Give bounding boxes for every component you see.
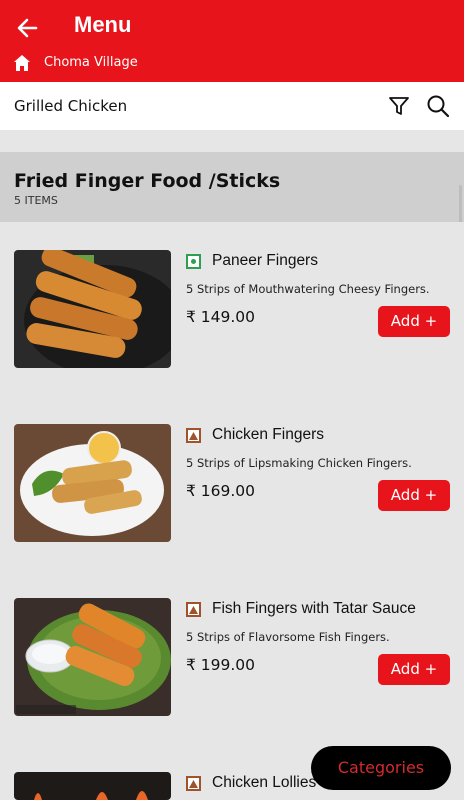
item-photo	[14, 250, 171, 368]
item-description: 5 Strips of Mouthwatering Cheesy Fingers…	[186, 282, 430, 296]
item-name: Chicken Lollies	[212, 774, 317, 791]
item-description: 5 Strips of Flavorsome Fish Fingers.	[186, 630, 390, 644]
category-title: Fried Finger Food /Sticks	[14, 170, 281, 192]
item-name: Paneer Fingers	[212, 252, 318, 269]
add-button[interactable]: Add +	[378, 654, 450, 685]
venue-name[interactable]: Choma Village	[44, 55, 138, 70]
categories-button[interactable]: Categories	[311, 746, 451, 790]
add-button[interactable]: Add +	[378, 306, 450, 337]
add-button[interactable]: Add +	[378, 480, 450, 511]
menu-item-card[interactable]: Fish Fingers with Tatar Sauce 5 Strips o…	[0, 570, 464, 730]
item-photo	[14, 772, 171, 800]
menu-item-card[interactable]: Chicken Fingers 5 Strips of Lipsmaking C…	[0, 396, 464, 556]
item-description: 5 Strips of Lipsmaking Chicken Fingers.	[186, 456, 412, 470]
page-title: Menu	[74, 12, 132, 37]
search-query[interactable]: Grilled Chicken	[14, 97, 127, 115]
item-price: ₹ 199.00	[186, 656, 256, 674]
non-veg-indicator-icon	[186, 428, 201, 443]
item-photo	[14, 424, 171, 542]
app-header: Menu Choma Village	[0, 0, 464, 82]
item-photo	[14, 598, 171, 716]
item-name: Chicken Fingers	[212, 426, 324, 443]
back-arrow-icon[interactable]	[14, 14, 42, 42]
non-veg-indicator-icon	[186, 776, 201, 791]
filter-icon[interactable]	[388, 95, 410, 117]
veg-indicator-icon	[186, 254, 201, 269]
item-name: Fish Fingers with Tatar Sauce	[212, 600, 416, 617]
menu-item-card[interactable]: Paneer Fingers 5 Strips of Mouthwatering…	[0, 222, 464, 382]
non-veg-indicator-icon	[186, 602, 201, 617]
category-item-count: 5 ITEMS	[14, 194, 58, 207]
item-price: ₹ 149.00	[186, 308, 256, 326]
category-header: Fried Finger Food /Sticks 5 ITEMS	[0, 152, 464, 222]
search-icon[interactable]	[426, 94, 450, 118]
home-icon[interactable]	[13, 54, 31, 72]
item-price: ₹ 169.00	[186, 482, 256, 500]
